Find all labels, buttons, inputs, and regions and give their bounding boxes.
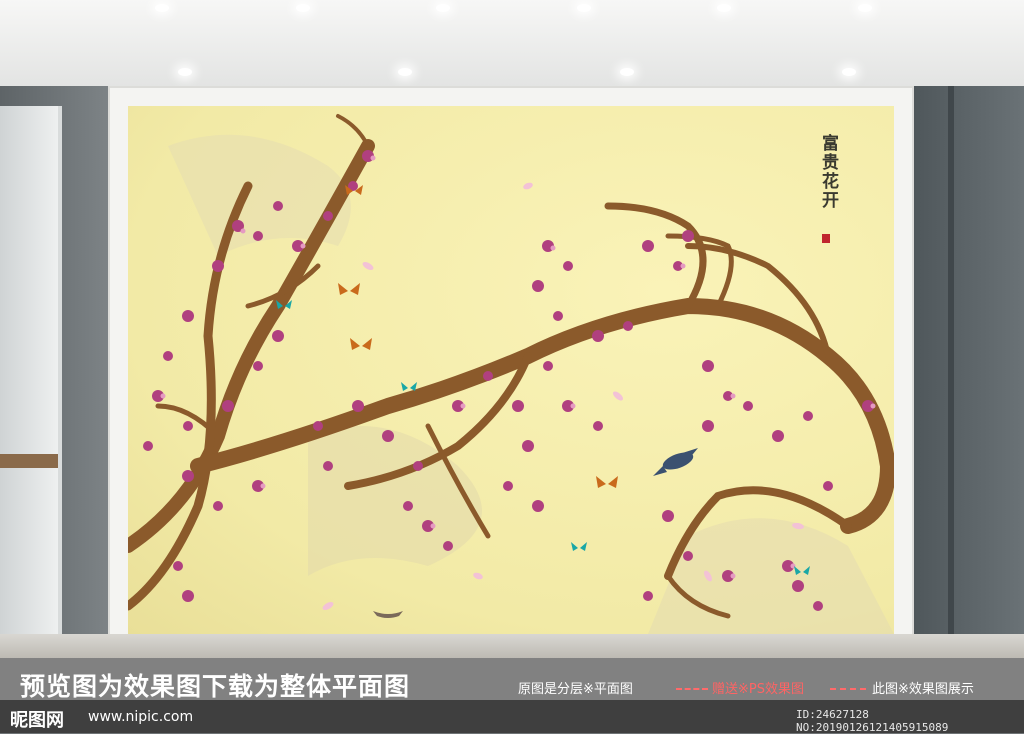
ceiling-light xyxy=(577,4,591,12)
ceiling-light xyxy=(717,4,731,12)
gift-note: 赠送※PS效果图 xyxy=(712,682,804,697)
sink-counter xyxy=(0,454,58,468)
wall-stripe xyxy=(948,86,954,646)
ceiling-light xyxy=(155,4,169,12)
site-logo: 昵图网 xyxy=(10,710,64,731)
ceiling-light xyxy=(858,4,872,12)
bathroom-panel xyxy=(0,106,62,646)
divider-dash xyxy=(830,688,866,690)
blossom-mural: 富贵花开 xyxy=(128,106,894,634)
right-wall xyxy=(914,86,1024,646)
ceiling-light xyxy=(436,4,450,12)
mural-artwork xyxy=(128,114,894,634)
divider-dash xyxy=(676,688,708,690)
ceiling xyxy=(0,0,1024,86)
ceiling-light xyxy=(398,68,412,76)
ceiling-light xyxy=(296,4,310,12)
ceiling-light xyxy=(842,68,856,76)
image-id: ID:24627128 NO:20190126121405915089 xyxy=(796,708,949,734)
floor xyxy=(0,634,1024,658)
ceiling-light xyxy=(620,68,634,76)
bird xyxy=(653,448,698,476)
mural-title: 富贵花开 xyxy=(818,134,838,210)
layer-note: 原图是分层※平面图 xyxy=(518,682,633,697)
site-url[interactable]: www.nipic.com xyxy=(88,709,193,725)
effect-note: 此图※效果图展示 xyxy=(872,682,974,697)
left-wall xyxy=(0,86,108,646)
preview-note: 预览图为效果图下载为整体平面图 xyxy=(20,672,411,701)
ceiling-light xyxy=(178,68,192,76)
